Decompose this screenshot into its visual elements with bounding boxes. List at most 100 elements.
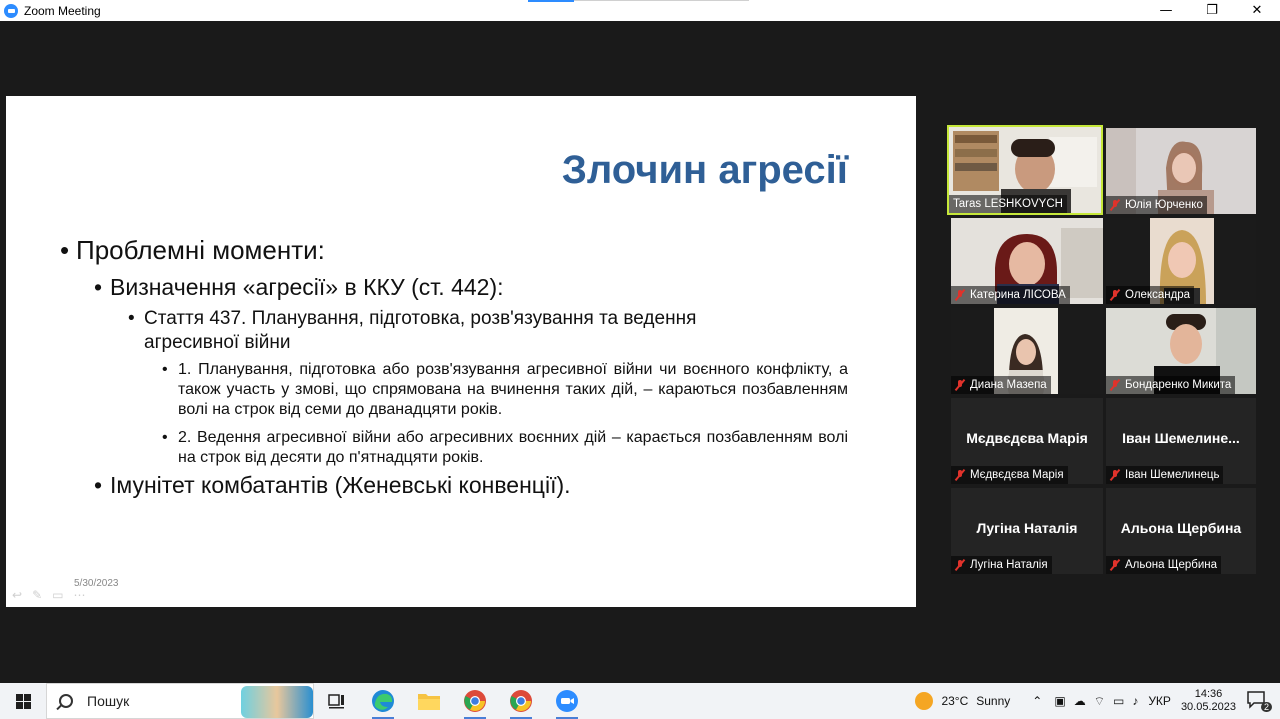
volume-icon[interactable]: ♪: [1132, 694, 1138, 708]
slide-bullet-level4: • 1. Планування, підготовка або розв'язу…: [162, 360, 848, 420]
slide-bullet-level3: • Стаття 437. Планування, підготовка, ро…: [128, 307, 784, 355]
pen-icon[interactable]: ✎: [32, 588, 42, 602]
participant-tile[interactable]: Taras LESHKOVYCH: [947, 125, 1103, 215]
participant-display-name: Альона Щербина: [1120, 520, 1242, 536]
participant-name: Бондаренко Микита: [1125, 379, 1232, 391]
muted-mic-icon: [955, 559, 965, 571]
participant-tile[interactable]: Диана Мазепа: [951, 308, 1103, 394]
bullet-dot: •: [162, 361, 168, 378]
minimize-button[interactable]: —: [1143, 0, 1189, 21]
cloud-icon[interactable]: ☁: [1074, 694, 1086, 708]
start-button[interactable]: [0, 683, 46, 719]
participant-name: Юлія Юрченко: [1125, 199, 1203, 211]
bullet-text: Імунітет комбатантів (Женевські конвенці…: [110, 472, 571, 498]
participant-name-bar: Taras LESHKOVYCH: [949, 195, 1067, 213]
taskbar-clock[interactable]: 14:36 30.05.2023: [1181, 688, 1236, 714]
participant-tile[interactable]: Лугіна Наталія Лугіна Наталія: [951, 488, 1103, 574]
participant-display-name: Іван Шемелине...: [1122, 430, 1240, 446]
meet-now-icon[interactable]: ▣: [1054, 694, 1065, 708]
notification-center[interactable]: 2: [1246, 690, 1272, 712]
muted-mic-icon: [955, 289, 965, 301]
maximize-button[interactable]: ❐: [1189, 0, 1235, 21]
participant-display-name: Мєдвєдєва Марія: [966, 430, 1088, 446]
slides-icon[interactable]: ▭: [52, 588, 63, 602]
windows-taskbar: Пошук 23°C Sunny ⌃ ▣ ☁ ⌔ ▭ ♪ УКР 14:36 3…: [0, 683, 1280, 719]
search-icon: [59, 694, 73, 708]
participant-tile[interactable]: Катерина ЛІСОВА: [951, 218, 1103, 304]
muted-mic-icon: [1110, 559, 1120, 571]
search-placeholder: Пошук: [87, 693, 130, 709]
clock-date: 30.05.2023: [1180, 701, 1236, 713]
meeting-area: Злочин агресії • Проблемні моменти: • Ви…: [0, 21, 1280, 683]
system-tray: 23°C Sunny ⌃ ▣ ☁ ⌔ ▭ ♪ УКР 14:36 30.05.2…: [915, 683, 1280, 719]
more-icon[interactable]: ⋯: [73, 588, 85, 602]
participant-name: Альона Щербина: [1125, 559, 1218, 571]
participant-tile[interactable]: Олександра: [1106, 218, 1256, 304]
participant-name-bar: Альона Щербина: [1106, 556, 1222, 574]
participant-name: Олександра: [1125, 289, 1191, 301]
bullet-dot: •: [128, 308, 135, 329]
participant-tile[interactable]: Альона Щербина Альона Щербина: [1106, 488, 1256, 574]
bullet-text: 1. Планування, підготовка або розв'язува…: [178, 361, 848, 418]
participant-tile[interactable]: Мєдвєдєва Марія Мєдвєдєва Марія: [951, 398, 1103, 484]
bullet-text: Визначення «агресії» в ККУ (ст. 442):: [110, 274, 504, 300]
muted-mic-icon: [1110, 379, 1120, 391]
search-highlight-image: [241, 686, 313, 718]
input-language[interactable]: УКР: [1148, 694, 1171, 708]
weather-condition[interactable]: Sunny: [976, 694, 1010, 708]
participant-name: Диана Мазепа: [970, 379, 1047, 391]
window-titlebar: Zoom Meeting — ❐ ✕: [0, 0, 1280, 21]
participant-tile[interactable]: Юлія Юрченко: [1106, 128, 1256, 214]
participant-name-bar: Диана Мазепа: [951, 376, 1051, 394]
participant-name-bar: Бондаренко Микита: [1106, 376, 1236, 394]
bullet-text: Стаття 437. Планування, підготовка, розв…: [144, 308, 697, 353]
participant-name-bar: Олександра: [1106, 286, 1195, 304]
zoom-logo-icon: [4, 3, 18, 18]
slide-toolbar: ↩ ✎ ▭ ⋯: [12, 588, 85, 602]
participant-name-bar: Катерина ЛІСОВА: [951, 286, 1070, 304]
weather-sun-icon[interactable]: [915, 692, 934, 710]
chrome-icon[interactable]: [452, 683, 498, 719]
zoom-app-icon[interactable]: [544, 683, 590, 719]
network-icon[interactable]: ⌔: [1094, 694, 1105, 709]
participant-name: Мєдвєдєва Марія: [970, 469, 1064, 481]
participant-name-bar: Мєдвєдєва Марія: [951, 466, 1068, 484]
slide-title: Злочин агресії: [561, 148, 848, 192]
slide-bullet-level1: • Проблемні моменти:: [60, 235, 325, 266]
edge-browser-icon[interactable]: [360, 683, 406, 719]
task-view-icon[interactable]: [314, 683, 360, 719]
screen-share-indicator[interactable]: [528, 0, 574, 2]
battery-icon[interactable]: ▭: [1113, 694, 1124, 708]
participant-name: Іван Шемелинець: [1125, 469, 1220, 481]
muted-mic-icon: [1110, 289, 1120, 301]
bullet-dot: •: [94, 472, 103, 498]
clock-time: 14:36: [1194, 688, 1223, 700]
prev-arrow-icon[interactable]: ↩: [12, 588, 22, 602]
participant-name: Лугіна Наталія: [970, 559, 1048, 571]
bullet-dot: •: [60, 235, 70, 265]
participant-name-bar: Іван Шемелинець: [1106, 466, 1224, 484]
muted-mic-icon: [1110, 199, 1120, 211]
participant-tile[interactable]: Бондаренко Микита: [1106, 308, 1256, 394]
slide-bullet-level4: • 2. Ведення агресивної війни або агреси…: [162, 428, 848, 468]
participant-name-bar: Юлія Юрченко: [1106, 196, 1207, 214]
windows-logo-icon: [15, 693, 31, 709]
bullet-text: 2. Ведення агресивної війни або агресивн…: [178, 429, 848, 466]
close-button[interactable]: ✕: [1234, 0, 1280, 21]
slide-bullet-level2: • Імунітет комбатантів (Женевські конвен…: [94, 472, 571, 499]
participant-name: Катерина ЛІСОВА: [970, 289, 1066, 301]
bullet-dot: •: [94, 274, 103, 300]
taskbar-search[interactable]: Пошук: [46, 683, 314, 719]
chrome-icon[interactable]: [498, 683, 544, 719]
participant-display-name: Лугіна Наталія: [976, 520, 1078, 536]
weather-temperature[interactable]: 23°C: [941, 694, 968, 708]
tray-expand-icon[interactable]: ⌃: [1032, 694, 1042, 708]
muted-mic-icon: [955, 469, 965, 481]
participant-name: Taras LESHKOVYCH: [953, 198, 1063, 210]
muted-mic-icon: [955, 379, 965, 391]
participant-tile[interactable]: Іван Шемелине... Іван Шемелинець: [1106, 398, 1256, 484]
file-explorer-icon[interactable]: [406, 683, 452, 719]
bullet-text: Проблемні моменти:: [76, 235, 325, 265]
muted-mic-icon: [1110, 469, 1120, 481]
bullet-dot: •: [162, 429, 168, 446]
